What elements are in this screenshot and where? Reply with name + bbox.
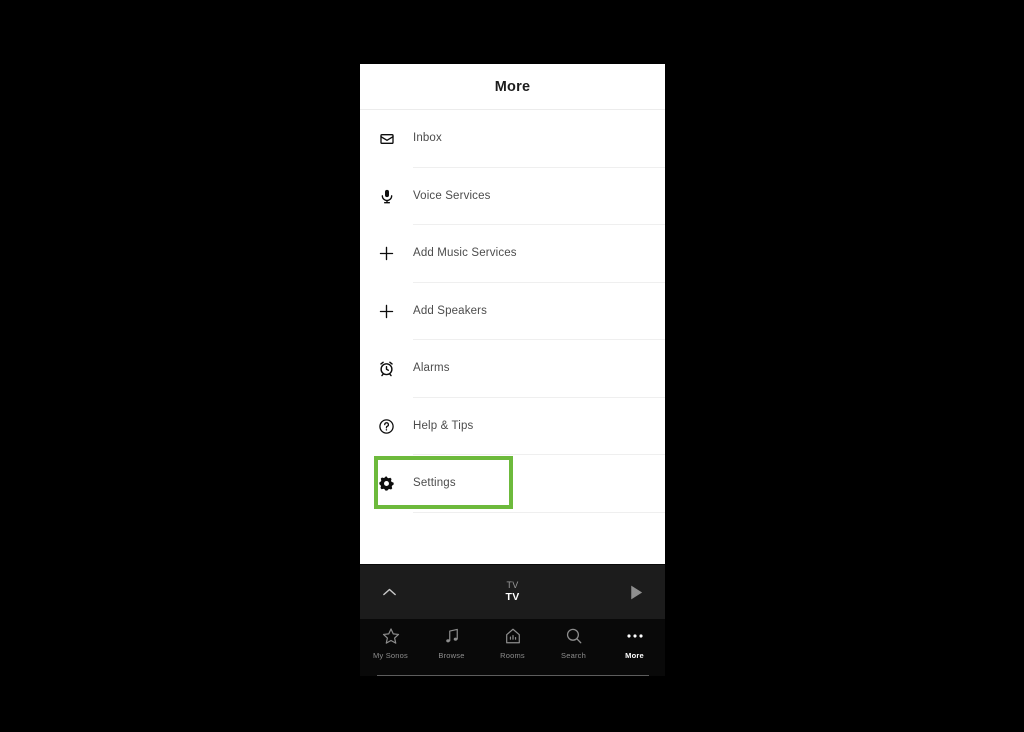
- more-menu-list: Inbox Voice Services Add Music Services …: [360, 110, 665, 564]
- tab-search[interactable]: Search: [543, 626, 604, 660]
- chevron-up-icon[interactable]: [360, 587, 418, 597]
- tab-label: More: [625, 651, 644, 660]
- menu-item-label: Help & Tips: [413, 419, 474, 432]
- home-indicator: [376, 675, 649, 676]
- house-icon: [504, 626, 522, 646]
- menu-item-alarms[interactable]: Alarms: [360, 340, 665, 398]
- home-indicator-area: [360, 675, 665, 676]
- plus-icon: [360, 245, 413, 262]
- menu-item-add-music-services[interactable]: Add Music Services: [360, 225, 665, 283]
- question-circle-icon: [360, 418, 413, 435]
- play-icon[interactable]: [607, 584, 665, 601]
- menu-item-add-speakers[interactable]: Add Speakers: [360, 282, 665, 340]
- menu-item-label: Voice Services: [413, 189, 491, 202]
- now-playing-track: TV: [505, 591, 520, 604]
- menu-item-help-and-tips[interactable]: Help & Tips: [360, 397, 665, 455]
- tab-label: Search: [561, 651, 586, 660]
- tab-browse[interactable]: Browse: [421, 626, 482, 660]
- screenshot-canvas: More Inbox Voice Services Add Music Serv…: [0, 0, 1024, 732]
- page-title: More: [494, 78, 531, 95]
- now-playing-metadata[interactable]: TV TV: [418, 581, 607, 603]
- star-icon: [382, 626, 400, 646]
- menu-list-empty-space: [360, 512, 665, 564]
- menu-item-settings[interactable]: Settings: [360, 455, 665, 513]
- tab-rooms[interactable]: Rooms: [482, 626, 543, 660]
- menu-item-label: Alarms: [413, 362, 450, 374]
- menu-item-label: Settings: [413, 477, 456, 489]
- menu-item-label: Inbox: [413, 132, 442, 144]
- plus-icon: [360, 303, 413, 320]
- now-playing-bar[interactable]: TV TV: [360, 564, 665, 619]
- now-playing-source: TV: [506, 580, 519, 591]
- magnifier-icon: [565, 626, 583, 646]
- music-note-icon: [443, 626, 461, 646]
- tab-label: Browse: [438, 651, 465, 660]
- tab-more[interactable]: More: [604, 626, 665, 660]
- menu-item-inbox[interactable]: Inbox: [360, 110, 665, 168]
- gear-icon: [360, 475, 413, 492]
- menu-item-label: Add Music Services: [413, 247, 517, 259]
- screen-header: More: [360, 64, 665, 109]
- phone-viewport: More Inbox Voice Services Add Music Serv…: [360, 64, 665, 676]
- menu-item-voice-services[interactable]: Voice Services: [360, 167, 665, 225]
- tab-label: Rooms: [500, 651, 525, 660]
- tab-my-sonos[interactable]: My Sonos: [360, 626, 421, 660]
- alarm-clock-icon: [360, 360, 413, 377]
- ellipsis-icon: [625, 626, 645, 646]
- menu-item-label: Add Speakers: [413, 304, 488, 317]
- microphone-icon: [360, 188, 413, 205]
- app-content-area: More Inbox Voice Services Add Music Serv…: [360, 64, 665, 564]
- tab-label: My Sonos: [373, 651, 408, 660]
- inbox-icon: [360, 131, 413, 147]
- bottom-tab-bar: My Sonos Browse Rooms Search More: [360, 619, 665, 675]
